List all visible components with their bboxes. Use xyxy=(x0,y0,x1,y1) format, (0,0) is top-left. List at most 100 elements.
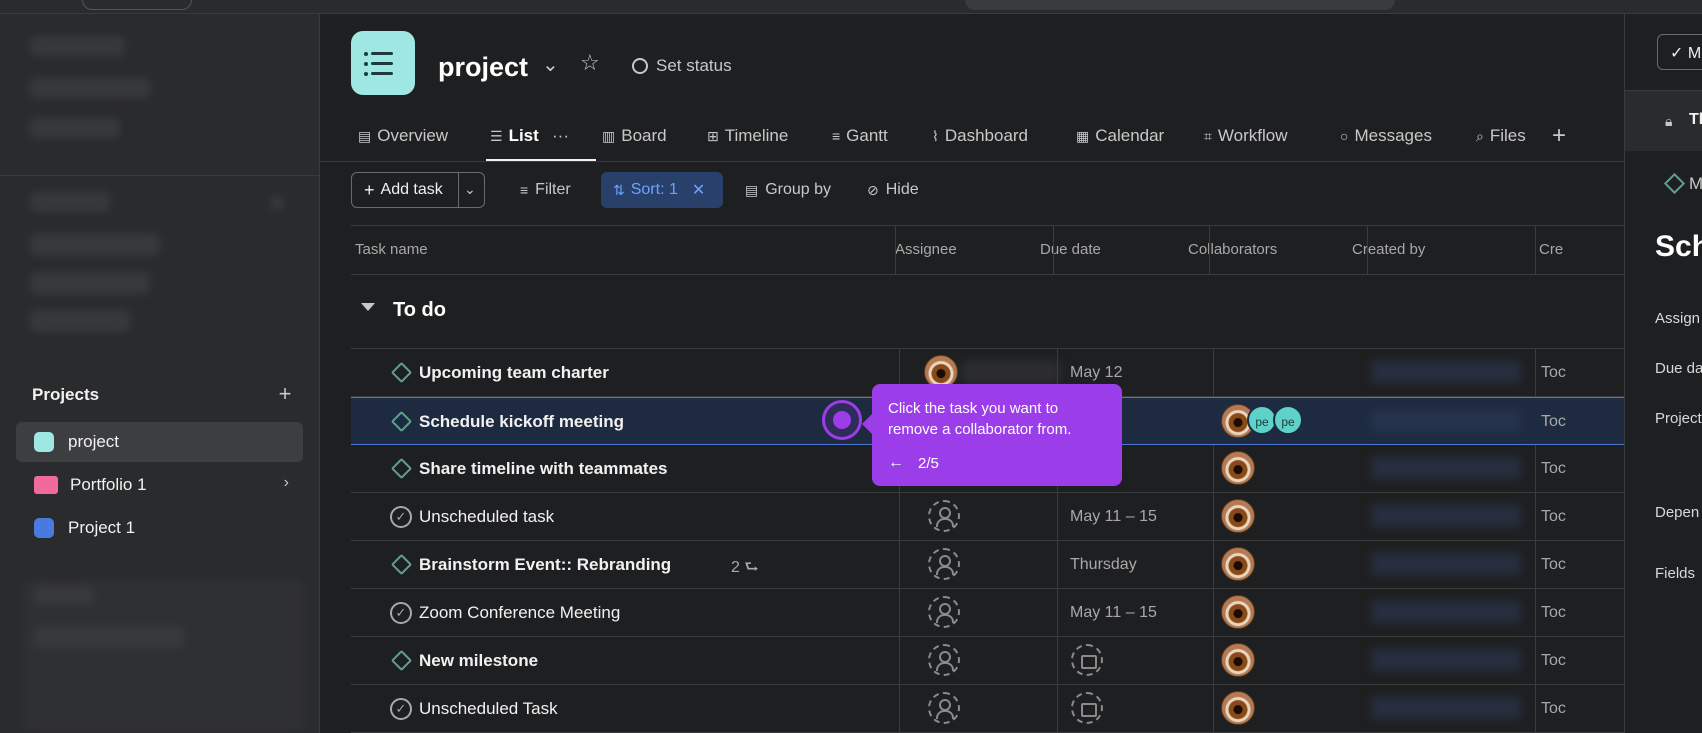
tab-label: Overview xyxy=(377,126,449,145)
task-name[interactable]: Unscheduled Task xyxy=(419,699,558,719)
tab-more-options[interactable]: ··· xyxy=(552,126,569,146)
task-name[interactable]: Upcoming team charter xyxy=(419,363,609,383)
tab-board[interactable]: ▥ Board xyxy=(602,126,667,146)
chevron-down-icon[interactable]: ⌄ xyxy=(464,181,476,198)
top-bar-search[interactable] xyxy=(965,0,1395,10)
mark-complete-button[interactable]: ✓ M xyxy=(1657,34,1702,70)
due-date[interactable]: May 11 – 15 xyxy=(1070,604,1157,622)
assignee-placeholder-icon[interactable] xyxy=(928,548,960,580)
avatar[interactable] xyxy=(1221,691,1255,725)
table-row[interactable]: New milestone Toc xyxy=(351,637,1624,685)
lock-icon: 🔒︎ xyxy=(1665,113,1673,129)
tab-list[interactable]: ☰ List xyxy=(490,126,539,146)
filter-button[interactable]: ≡ Filter xyxy=(520,181,571,199)
tab-timeline[interactable]: ⊞ Timeline xyxy=(707,126,788,146)
task-name[interactable]: Brainstorm Event:: Rebranding xyxy=(419,555,671,575)
tab-files[interactable]: ⌕ Files xyxy=(1476,126,1526,146)
subtask-count[interactable]: 2 ⮑ xyxy=(731,556,759,583)
tab-dashboard[interactable]: ⌇ Dashboard xyxy=(932,126,1028,146)
tab-label: Workflow xyxy=(1217,126,1288,145)
avatar[interactable] xyxy=(1221,643,1255,677)
tab-calendar[interactable]: ▦ Calendar xyxy=(1076,126,1164,146)
project-list-icon xyxy=(351,31,415,95)
complete-check-icon[interactable]: ✓ xyxy=(390,506,412,528)
tab-gantt[interactable]: ≡ Gantt xyxy=(832,126,888,146)
milestone-diamond-icon[interactable] xyxy=(390,457,413,480)
back-arrow-icon[interactable]: ← xyxy=(888,454,904,472)
tab-messages[interactable]: ○ Messages xyxy=(1340,126,1432,146)
avatar[interactable] xyxy=(1221,451,1255,485)
collaborator-avatar[interactable]: pe xyxy=(1273,405,1303,435)
chevron-down-icon[interactable]: ⌄ xyxy=(542,52,559,77)
calendar-placeholder-icon[interactable] xyxy=(1071,692,1103,724)
blurred-assignee-name xyxy=(961,361,1061,383)
milestone-diamond-icon[interactable] xyxy=(390,553,413,576)
filter-icon: ≡ xyxy=(520,182,529,198)
assignee-placeholder-icon[interactable] xyxy=(928,596,960,628)
task-name[interactable]: New milestone xyxy=(419,651,538,671)
list-icon: ☰ xyxy=(490,127,503,144)
calendar-placeholder-icon[interactable] xyxy=(1071,644,1103,676)
assignee-placeholder-icon[interactable] xyxy=(928,500,960,532)
add-task-button[interactable]: + Add task ⌄ xyxy=(351,172,485,208)
task-name[interactable]: Zoom Conference Meeting xyxy=(419,603,620,623)
sidebar-item-project-1[interactable]: Project 1 xyxy=(16,508,303,548)
column-header-task-name[interactable]: Task name xyxy=(355,241,428,258)
table-row[interactable]: ✓ Unscheduled task May 11 – 15 Toc xyxy=(351,493,1624,541)
star-icon[interactable]: ☆ xyxy=(580,50,600,76)
milestone-diamond-icon[interactable] xyxy=(390,649,413,672)
task-name[interactable]: Share timeline with teammates xyxy=(419,459,667,479)
due-date[interactable]: May 12 xyxy=(1070,364,1122,382)
hide-button[interactable]: ⊘ Hide xyxy=(867,181,919,199)
column-header-created-by[interactable]: Created by xyxy=(1352,241,1425,258)
task-name[interactable]: Schedule kickoff meeting xyxy=(419,412,624,432)
chevron-right-icon[interactable]: › xyxy=(284,474,289,492)
due-date[interactable]: May 11 – 15 xyxy=(1070,508,1157,526)
task-name[interactable]: Unscheduled task xyxy=(419,507,554,527)
due-date[interactable]: Thursday xyxy=(1070,556,1137,574)
complete-check-icon[interactable]: ✓ xyxy=(390,698,412,720)
paperclip-icon: ⌕ xyxy=(1476,127,1484,144)
avatar[interactable] xyxy=(1221,595,1255,629)
sidebar-item-project[interactable]: project xyxy=(16,422,303,462)
sort-button[interactable]: ⇅ Sort: 1 ✕ xyxy=(601,172,723,208)
top-bar-button[interactable] xyxy=(82,0,192,10)
add-project-icon[interactable]: + xyxy=(275,381,295,407)
assignee-placeholder-icon[interactable] xyxy=(928,644,960,676)
column-divider xyxy=(1209,225,1210,275)
blurred-creator xyxy=(1371,457,1521,479)
blurred-creator xyxy=(1371,649,1521,671)
tab-label: Timeline xyxy=(724,126,789,145)
table-row[interactable]: ✓ Unscheduled Task Toc xyxy=(351,685,1624,733)
table-row[interactable]: ✓ Zoom Conference Meeting May 11 – 15 To… xyxy=(351,589,1624,637)
column-header-assignee[interactable]: Assignee xyxy=(895,241,957,258)
column-header-created-on[interactable]: Cre xyxy=(1539,241,1563,258)
timeline-icon: ⊞ xyxy=(707,127,719,144)
task-title[interactable]: Sch xyxy=(1655,230,1702,264)
avatar[interactable] xyxy=(1221,499,1255,533)
add-tab-icon[interactable]: + xyxy=(1552,122,1566,150)
milestone-diamond-icon[interactable] xyxy=(390,361,413,384)
group-by-button[interactable]: ▤ Group by xyxy=(745,181,831,199)
tab-label: Board xyxy=(621,126,667,145)
caret-down-icon[interactable] xyxy=(361,303,375,311)
message-icon: ○ xyxy=(1340,128,1349,144)
assignee-placeholder-icon[interactable] xyxy=(928,692,960,724)
table-row[interactable]: Brainstorm Event:: Rebranding 2 ⮑ Thursd… xyxy=(351,541,1624,589)
avatar[interactable] xyxy=(1221,547,1255,581)
column-header-collaborators[interactable]: Collaborators xyxy=(1188,241,1277,258)
column-header-due-date[interactable]: Due date xyxy=(1040,241,1101,258)
sidebar-item-portfolio-1[interactable]: Portfolio 1 › xyxy=(16,465,303,505)
tab-workflow[interactable]: ⌗ Workflow xyxy=(1204,126,1287,146)
column-divider xyxy=(1535,225,1536,275)
set-status-button[interactable]: Set status xyxy=(632,56,732,76)
milestone-diamond-icon[interactable] xyxy=(390,410,413,433)
tab-overview[interactable]: ▤ Overview xyxy=(358,126,448,146)
guide-hotspot[interactable] xyxy=(822,400,862,440)
blurred-nav-item xyxy=(30,234,160,256)
complete-check-icon[interactable]: ✓ xyxy=(390,602,412,624)
overview-icon: ▤ xyxy=(358,127,372,144)
section-header[interactable]: To do xyxy=(351,275,1624,349)
blurred-creator xyxy=(1371,553,1521,575)
close-icon[interactable]: ✕ xyxy=(692,180,705,200)
